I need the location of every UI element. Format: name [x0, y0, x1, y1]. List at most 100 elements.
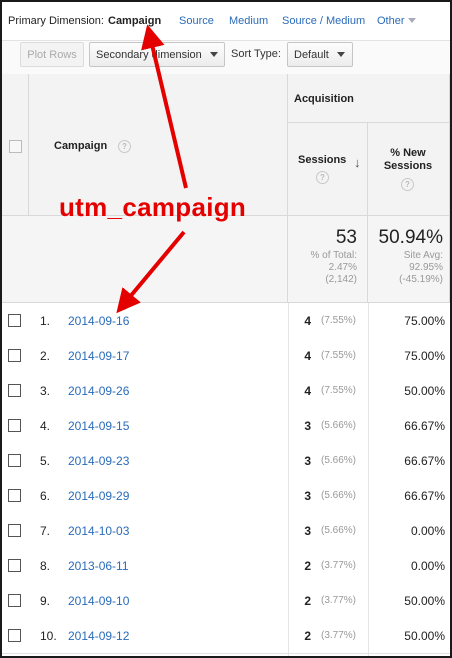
row-checkbox[interactable] — [8, 454, 21, 467]
sort-down-arrow-icon[interactable]: ↓ — [354, 155, 361, 170]
site-avg-diff: (-45.19%) — [399, 274, 443, 285]
secondary-dimension-label: Secondary dimension — [96, 49, 202, 61]
row-sessions-pct: (5.66%) — [321, 420, 357, 431]
row-checkbox[interactable] — [8, 384, 21, 397]
row-checkbox[interactable] — [8, 349, 21, 362]
chevron-down-icon — [209, 52, 218, 57]
utm-campaign-annotation: utm_campaign — [59, 192, 247, 222]
row-sessions-pct: (3.77%) — [321, 630, 357, 641]
campaign-link[interactable]: 2014-09-10 — [68, 594, 129, 608]
sort-type-value: Default — [294, 49, 329, 61]
dimension-medium-link[interactable]: Medium — [229, 15, 268, 27]
row-checkbox[interactable] — [8, 629, 21, 642]
campaign-link[interactable]: 2014-09-15 — [68, 419, 129, 433]
row-sessions: 2 — [304, 629, 311, 643]
new-sessions-header-label: % New Sessions — [368, 147, 448, 173]
chevron-down-icon — [407, 18, 416, 23]
select-all-header — [2, 74, 29, 216]
help-icon[interactable]: ? — [316, 171, 329, 184]
dimension-source-medium-link[interactable]: Source / Medium — [282, 15, 365, 27]
analytics-report-frame: Primary Dimension: Campaign Source Mediu… — [0, 0, 452, 658]
sessions-header-label: Sessions — [298, 154, 347, 166]
row-new-sessions: 66.67% — [404, 419, 445, 433]
table-row: 1. 2014-09-16 4 (7.55%) 75.00% — [2, 303, 450, 339]
acquisition-group-header: Acquisition — [288, 74, 450, 123]
table-row: 5. 2014-09-23 3 (5.66%) 66.67% — [2, 443, 450, 479]
summary-row-label-cell — [2, 216, 288, 303]
row-index: 1. — [40, 314, 51, 328]
row-sessions-pct: (5.66%) — [321, 490, 357, 501]
campaign-link[interactable]: 2014-09-16 — [68, 314, 129, 328]
row-index: 8. — [40, 559, 51, 573]
row-index: 3. — [40, 384, 51, 398]
row-index: 5. — [40, 454, 51, 468]
row-new-sessions: 66.67% — [404, 454, 445, 468]
campaign-link[interactable]: 2014-09-26 — [68, 384, 129, 398]
new-sessions-header-line2: Sessions — [383, 160, 433, 172]
table-row: 3. 2014-09-26 4 (7.55%) 50.00% — [2, 373, 450, 409]
row-checkbox[interactable] — [8, 524, 21, 537]
campaign-link[interactable]: 2014-09-12 — [68, 629, 129, 643]
help-icon[interactable]: ? — [118, 140, 131, 153]
row-new-sessions: 50.00% — [404, 384, 445, 398]
plot-rows-button[interactable]: Plot Rows — [20, 42, 84, 67]
row-sessions: 2 — [304, 559, 311, 573]
row-checkbox[interactable] — [8, 314, 21, 327]
campaign-header-label: Campaign — [54, 140, 108, 152]
report-toolbar: Plot Rows Secondary dimension Sort Type:… — [2, 40, 450, 75]
row-index: 4. — [40, 419, 51, 433]
row-sessions: 3 — [304, 524, 311, 538]
acquisition-header-label: Acquisition — [294, 93, 354, 105]
row-checkbox[interactable] — [8, 559, 21, 572]
table-row: 2. 2014-09-17 4 (7.55%) 75.00% — [2, 338, 450, 374]
row-sessions-pct: (3.77%) — [321, 595, 357, 606]
dimension-source-link[interactable]: Source — [179, 15, 214, 27]
campaign-link[interactable]: 2014-09-17 — [68, 349, 129, 363]
sort-type-dropdown[interactable]: Default — [287, 42, 353, 67]
row-sessions: 3 — [304, 419, 311, 433]
row-checkbox[interactable] — [8, 419, 21, 432]
dimension-other-label: Other — [377, 15, 405, 27]
row-index: 2. — [40, 349, 51, 363]
row-sessions: 4 — [304, 349, 311, 363]
dimension-other-dropdown[interactable]: Other — [377, 15, 416, 27]
sort-type-label: Sort Type: — [231, 48, 281, 60]
sessions-column-header[interactable]: Sessions ↓ ? — [288, 123, 368, 216]
select-all-checkbox[interactable] — [9, 140, 22, 153]
row-sessions: 3 — [304, 489, 311, 503]
table-row: 10. 2014-09-12 2 (3.77%) 50.00% — [2, 618, 450, 654]
table-row: 9. 2014-09-10 2 (3.77%) 50.00% — [2, 583, 450, 619]
summary-new-sessions: 50.94% — [378, 227, 443, 248]
row-sessions: 2 — [304, 594, 311, 608]
row-sessions-pct: (7.55%) — [321, 350, 357, 361]
campaign-link[interactable]: 2014-09-29 — [68, 489, 129, 503]
row-new-sessions: 50.00% — [404, 629, 445, 643]
summary-sessions-cell: 53 % of Total: 2.47% (2,142) — [288, 216, 368, 303]
site-avg-label: Site Avg: — [403, 250, 443, 261]
row-index: 9. — [40, 594, 51, 608]
row-new-sessions: 0.00% — [410, 524, 445, 538]
report-table: Campaign ? Acquisition Sessions ↓ ? % Ne… — [2, 74, 450, 656]
secondary-dimension-dropdown[interactable]: Secondary dimension — [89, 42, 225, 67]
dimension-campaign-active: Campaign — [108, 15, 162, 27]
new-sessions-column-header[interactable]: % New Sessions ? — [368, 123, 450, 216]
table-row: 8. 2013-06-11 2 (3.77%) 0.00% — [2, 548, 450, 584]
campaign-link[interactable]: 2014-10-03 — [68, 524, 129, 538]
summary-sessions-of-total: (2,142) — [325, 274, 357, 285]
table-row: 4. 2014-09-15 3 (5.66%) 66.67% — [2, 408, 450, 444]
row-checkbox[interactable] — [8, 489, 21, 502]
column-divider — [368, 303, 369, 656]
campaign-link[interactable]: 2014-09-23 — [68, 454, 129, 468]
row-index: 10. — [40, 629, 57, 643]
site-avg-value: 92.95% — [409, 262, 443, 273]
primary-dimension-label: Primary Dimension: — [8, 15, 104, 27]
campaign-link[interactable]: 2013-06-11 — [68, 559, 129, 573]
row-sessions-pct: (3.77%) — [321, 560, 357, 571]
column-divider — [288, 303, 289, 656]
help-icon[interactable]: ? — [401, 178, 414, 191]
row-sessions: 4 — [304, 384, 311, 398]
row-checkbox[interactable] — [8, 594, 21, 607]
primary-dimension-bar: Primary Dimension: Campaign Source Mediu… — [2, 2, 450, 40]
row-index: 7. — [40, 524, 51, 538]
row-new-sessions: 50.00% — [404, 594, 445, 608]
